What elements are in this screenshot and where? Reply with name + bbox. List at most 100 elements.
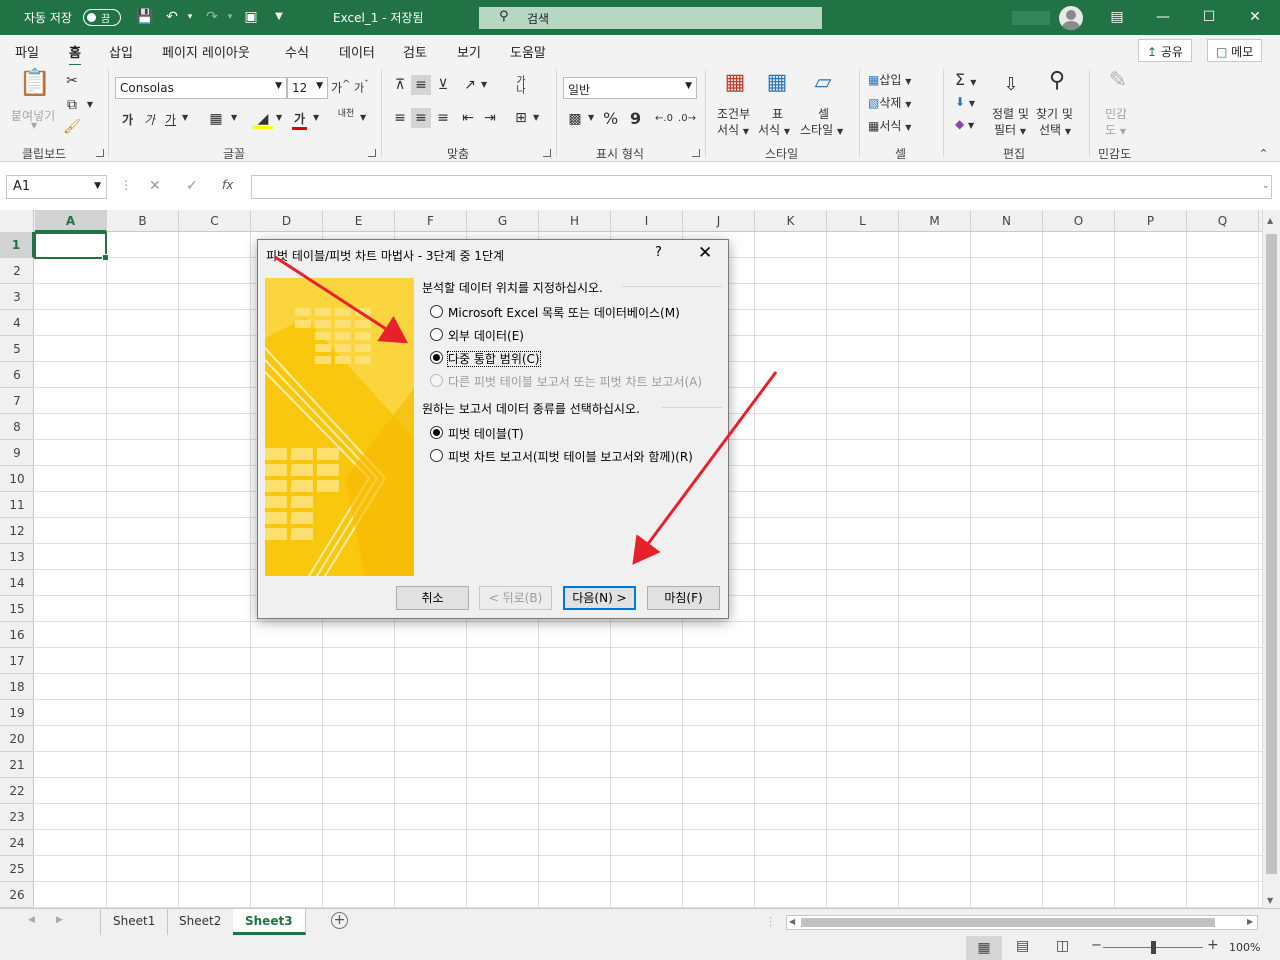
cancel-button[interactable]: 취소 <box>396 586 469 610</box>
column-header-g[interactable]: G <box>467 210 539 232</box>
row-header-9[interactable]: 9 <box>0 440 34 466</box>
row-header-6[interactable]: 6 <box>0 362 34 388</box>
hscroll-thumb[interactable] <box>801 918 1215 927</box>
accounting-format-icon[interactable]: ▩ <box>565 109 585 129</box>
redo-dropdown-icon[interactable]: ▾ <box>221 8 239 26</box>
column-header-m[interactable]: M <box>899 210 971 232</box>
comma-style-button[interactable]: 9 <box>630 109 641 128</box>
fill-button[interactable]: ⬇ ▼ <box>955 95 975 109</box>
align-top-icon[interactable]: ⊼ <box>390 75 410 95</box>
vertical-scrollbar[interactable]: ▲ ▼ <box>1262 210 1280 908</box>
fill-color-icon[interactable]: ◢ <box>253 109 273 129</box>
accounting-dropdown-icon[interactable]: ▼ <box>588 113 594 122</box>
scroll-up-icon[interactable]: ▲ <box>1267 216 1273 225</box>
sensitivity-label-1[interactable]: 민감 <box>1105 105 1127 122</box>
zoom-in-icon[interactable]: + <box>1207 937 1219 953</box>
increase-font-icon[interactable]: 가^ <box>331 79 350 96</box>
scroll-down-icon[interactable]: ▼ <box>1267 896 1273 905</box>
row-header-5[interactable]: 5 <box>0 336 34 362</box>
radio-multiple-consolidation[interactable]: 다중 통합 범위(C) <box>430 350 541 367</box>
radio-external-data[interactable]: 외부 데이터(E) <box>430 327 524 344</box>
scroll-right-icon[interactable]: ▶ <box>1247 917 1253 926</box>
column-header-k[interactable]: K <box>755 210 827 232</box>
wrap-text-button[interactable]: 가나 <box>512 77 530 96</box>
sort-filter-label-2[interactable]: 필터 ▼ <box>994 121 1026 138</box>
back-button[interactable]: < 뒤로(B) <box>479 586 552 610</box>
avatar[interactable] <box>1059 6 1083 30</box>
sheet-tab-2[interactable]: Sheet2 <box>167 909 235 935</box>
column-header-i[interactable]: I <box>611 210 683 232</box>
column-header-n[interactable]: N <box>971 210 1043 232</box>
borders-icon[interactable]: ▦ <box>206 109 226 129</box>
tab-file[interactable]: 파일 <box>15 42 39 61</box>
row-header-14[interactable]: 14 <box>0 570 34 596</box>
active-cell[interactable] <box>34 232 109 261</box>
column-header-h[interactable]: H <box>539 210 611 232</box>
column-header-f[interactable]: F <box>395 210 467 232</box>
row-header-19[interactable]: 19 <box>0 700 34 726</box>
sensitivity-icon[interactable]: ✎ <box>1103 70 1133 101</box>
normal-view-icon[interactable]: ▦ <box>966 936 1002 960</box>
copy-icon[interactable]: ⧉ <box>62 95 82 115</box>
tab-help[interactable]: 도움말 <box>510 42 546 61</box>
sheet-tab-3[interactable]: Sheet3 <box>233 909 306 935</box>
column-header-q[interactable]: Q <box>1187 210 1259 232</box>
increase-indent-icon[interactable]: ⇥ <box>480 108 500 128</box>
decrease-decimal-icon[interactable]: .0→ <box>677 109 697 129</box>
row-header-7[interactable]: 7 <box>0 388 34 414</box>
scroll-thumb[interactable] <box>1266 234 1277 874</box>
borders-dropdown-icon[interactable]: ▼ <box>231 113 237 122</box>
name-box[interactable]: A1 ▼ <box>6 175 107 199</box>
row-header-25[interactable]: 25 <box>0 856 34 882</box>
radio-pivot-table[interactable]: 피벗 테이블(T) <box>430 425 524 442</box>
scroll-left-icon[interactable]: ◀ <box>789 917 795 926</box>
radio-other-pivot[interactable]: 다른 피벗 테이블 보고서 또는 피벗 차트 보고서(A) <box>430 373 702 390</box>
orientation-dropdown-icon[interactable]: ▼ <box>481 80 487 89</box>
merge-dropdown-icon[interactable]: ▼ <box>533 113 539 122</box>
sensitivity-label-2[interactable]: 도 ▼ <box>1105 121 1126 138</box>
close-button[interactable]: ✕ <box>1232 0 1278 35</box>
cancel-entry-icon[interactable]: ✕ <box>149 178 161 194</box>
paste-icon[interactable]: 📋 <box>18 70 52 107</box>
paste-dropdown-icon[interactable]: ▼ <box>31 121 37 130</box>
row-header-24[interactable]: 24 <box>0 830 34 856</box>
insert-cells-button[interactable]: ▦삽입 ▼ <box>868 71 911 88</box>
alignment-launcher-icon[interactable] <box>543 149 551 157</box>
bold-button[interactable]: 가 <box>122 111 133 128</box>
row-header-3[interactable]: 3 <box>0 284 34 310</box>
row-header-22[interactable]: 22 <box>0 778 34 804</box>
zoom-percentage[interactable]: 100% <box>1229 941 1260 954</box>
cell-styles-icon[interactable]: ▱ <box>808 72 838 101</box>
row-header-4[interactable]: 4 <box>0 310 34 336</box>
customize-qat-icon[interactable]: ▼ <box>270 8 288 26</box>
tab-formulas[interactable]: 수식 <box>285 42 309 61</box>
format-cells-button[interactable]: ▦서식 ▼ <box>868 117 911 134</box>
align-left-icon[interactable]: ≡ <box>390 108 410 128</box>
column-header-l[interactable]: L <box>827 210 899 232</box>
font-size-select[interactable]: 12 ▼ <box>287 77 328 99</box>
sort-filter-icon[interactable]: ⇩ <box>997 75 1025 101</box>
number-format-select[interactable]: 일반 ▼ <box>563 77 697 99</box>
tab-splitter-icon[interactable]: ⋮ <box>765 915 776 928</box>
expand-formula-bar-icon[interactable]: ⌄ <box>1262 181 1270 191</box>
row-header-26[interactable]: 26 <box>0 882 34 908</box>
collapse-ribbon-icon[interactable]: ⌃ <box>1259 147 1268 160</box>
conditional-formatting-label-2[interactable]: 서식 ▼ <box>717 121 749 138</box>
clipboard-launcher-icon[interactable] <box>96 149 104 157</box>
column-header-o[interactable]: O <box>1043 210 1115 232</box>
format-painter-icon[interactable]: 🖌 <box>62 117 82 137</box>
sheet-tab-1[interactable]: Sheet1 <box>101 909 169 935</box>
insert-function-button[interactable]: fx <box>222 178 233 192</box>
undo-icon[interactable]: ↶ <box>163 8 181 26</box>
find-select-label-2[interactable]: 선택 ▼ <box>1039 121 1071 138</box>
zoom-out-icon[interactable]: − <box>1091 938 1102 953</box>
ribbon-display-icon[interactable]: ▤ <box>1094 0 1140 35</box>
find-select-label-1[interactable]: 찾기 및 <box>1036 105 1073 122</box>
cell-styles-label-1[interactable]: 셀 <box>818 105 829 122</box>
share-button[interactable]: ↥ 공유 <box>1138 39 1192 62</box>
decrease-indent-icon[interactable]: ⇤ <box>458 108 478 128</box>
phonetic-dropdown-icon[interactable]: ▼ <box>360 113 366 122</box>
font-name-select[interactable]: Consolas ▼ <box>115 77 287 99</box>
number-launcher-icon[interactable] <box>692 149 700 157</box>
row-header-8[interactable]: 8 <box>0 414 34 440</box>
